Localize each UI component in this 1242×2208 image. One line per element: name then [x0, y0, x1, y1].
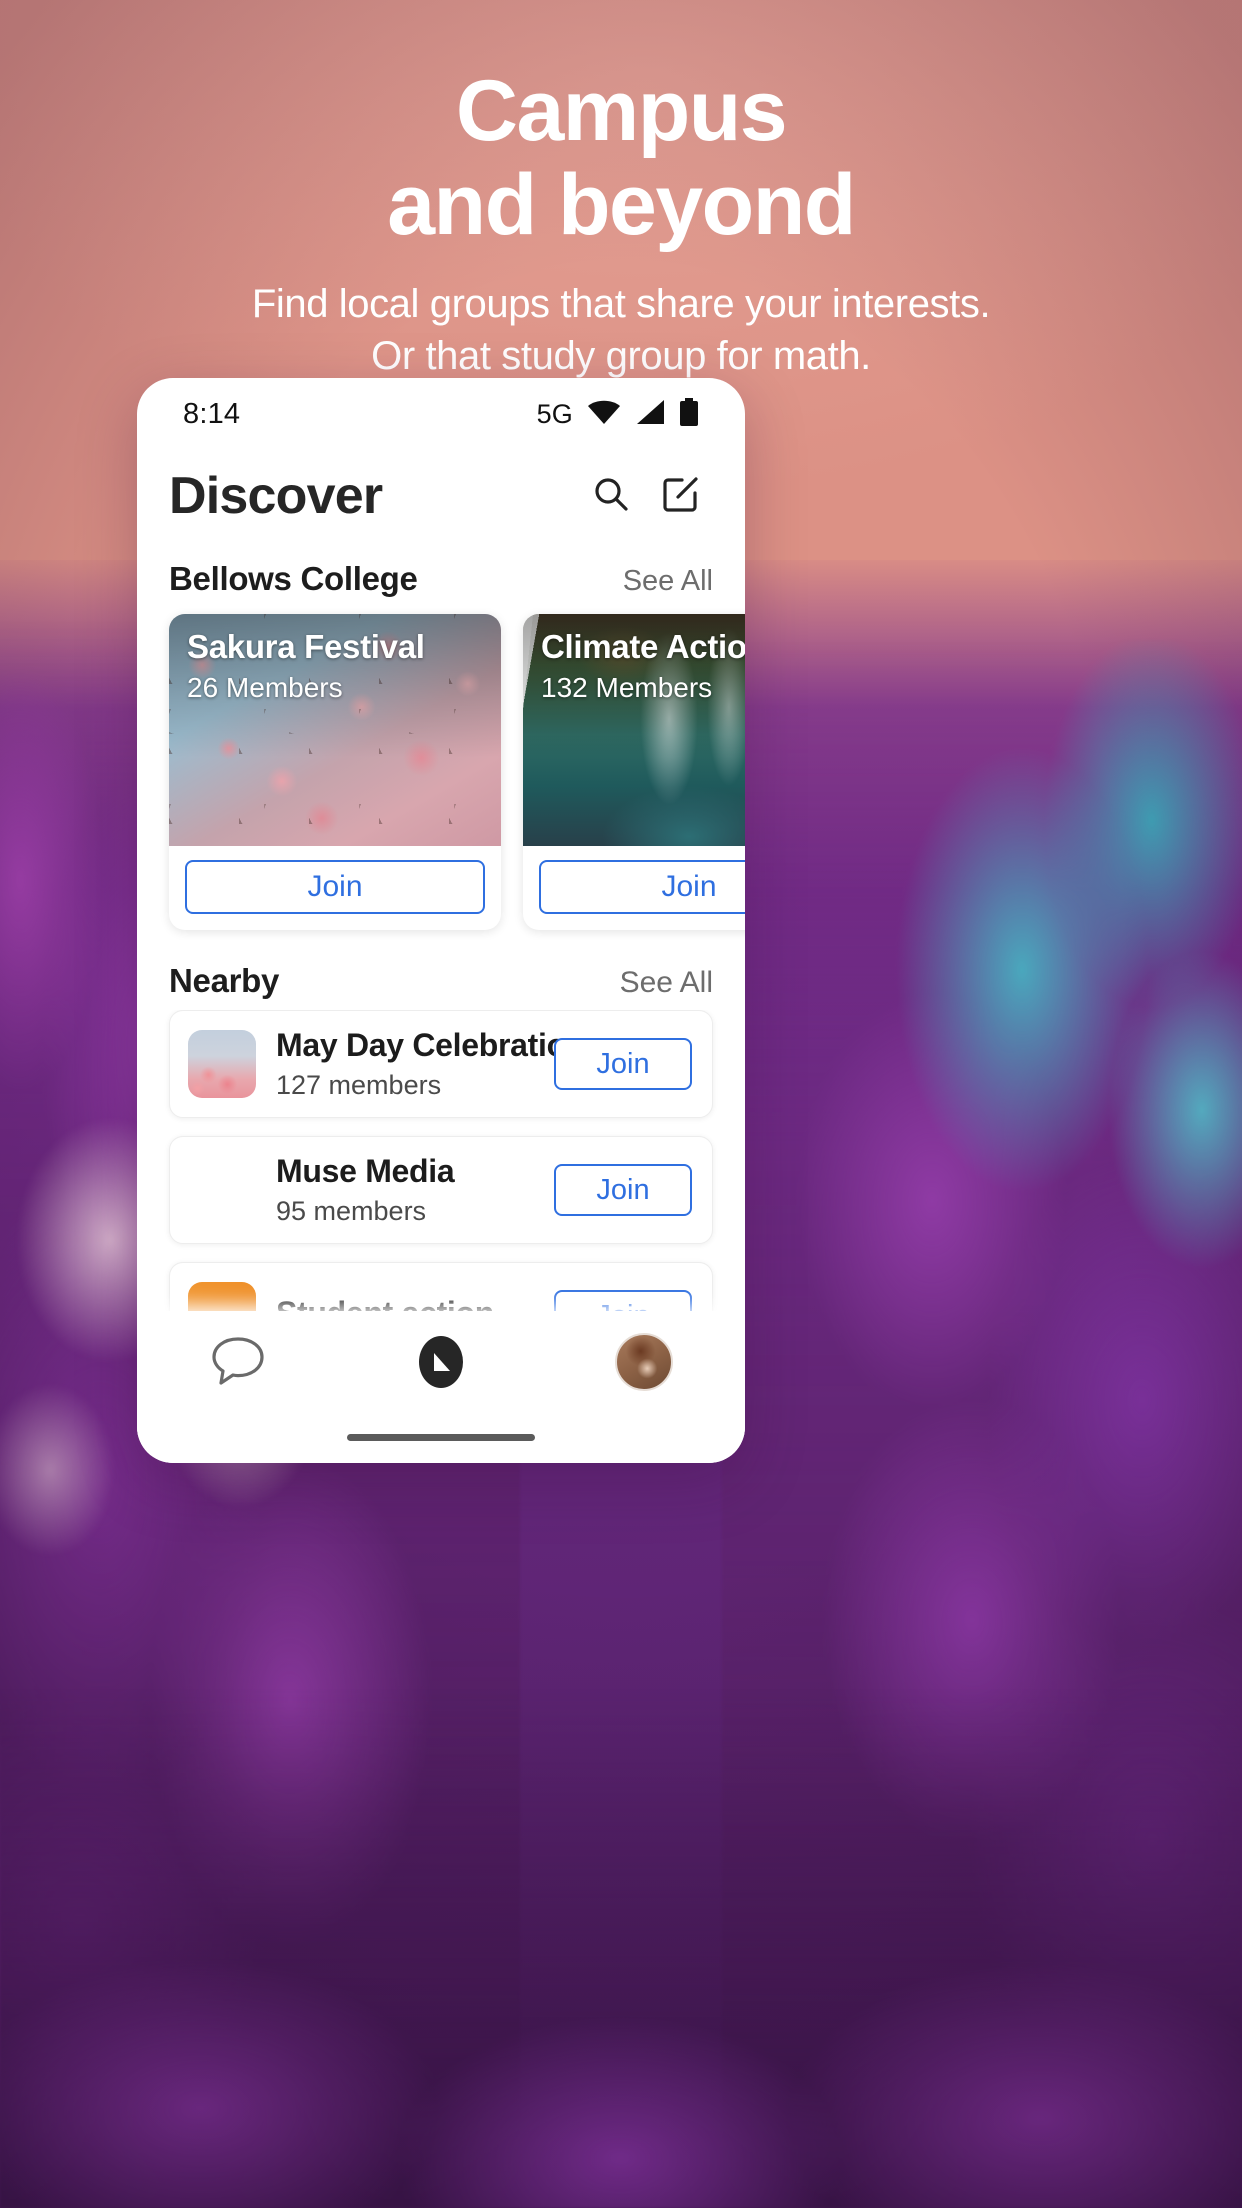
group-card[interactable]: Climate Action 132 Members Join	[523, 614, 745, 930]
tab-discover[interactable]	[381, 1333, 501, 1396]
status-bar-time: 8:14	[183, 397, 241, 430]
hero-title-line-1: Campus	[455, 63, 788, 159]
group-thumbnail	[188, 1030, 256, 1098]
bottom-tab-bar	[137, 1311, 745, 1463]
group-card-title: Sakura Festival	[187, 628, 425, 665]
list-item-members: 127 members	[276, 1070, 442, 1100]
join-button[interactable]: Join	[554, 1038, 692, 1090]
app-bar-actions	[591, 474, 713, 519]
tab-chats[interactable]	[178, 1333, 298, 1394]
group-card-members: 132 Members	[541, 672, 713, 703]
join-button[interactable]: Join	[185, 860, 485, 914]
home-indicator	[347, 1434, 535, 1441]
list-item-title: May Day Celebration	[276, 1027, 586, 1063]
tab-profile[interactable]	[584, 1333, 704, 1391]
section-header-bellows-college: Bellows College See All	[137, 542, 745, 608]
group-card-footer: Join	[523, 846, 745, 930]
compose-icon[interactable]	[661, 474, 701, 519]
list-item[interactable]: Muse Media 95 members Join	[169, 1136, 713, 1244]
hero-subtitle: Find local groups that share your intere…	[0, 279, 1242, 381]
list-item-body: May Day Celebration 127 members	[276, 1027, 586, 1101]
see-all-link-nearby[interactable]: See All	[620, 966, 713, 1000]
list-item-title: Muse Media	[276, 1153, 455, 1189]
hero-subtitle-line-1: Find local groups that share your intere…	[251, 282, 991, 327]
section-title: Nearby	[169, 962, 280, 999]
battery-icon	[679, 397, 699, 431]
compass-icon	[412, 1333, 470, 1396]
group-card[interactable]: Sakura Festival 26 Members Join	[169, 614, 501, 930]
group-card-rail[interactable]: Sakura Festival 26 Members Join Climate …	[137, 608, 745, 940]
hero-title-line-2: and beyond	[387, 156, 856, 253]
phone-mockup: 8:14 5G Discover Bellows College See All…	[137, 378, 745, 1463]
group-card-image-climate: Climate Action 132 Members	[523, 614, 745, 846]
status-bar-indicators: 5G	[536, 397, 699, 431]
chat-bubbles-icon	[208, 1333, 268, 1394]
section-header-nearby: Nearby See All	[137, 940, 745, 1010]
hero-section: Campus and beyond Find local groups that…	[0, 0, 1242, 382]
group-card-footer: Join	[169, 846, 501, 930]
group-card-caption: Climate Action 132 Members	[523, 614, 745, 846]
wifi-icon	[587, 399, 621, 430]
see-all-link-bellows-college[interactable]: See All	[623, 565, 713, 598]
hero-title: Campus and beyond	[0, 67, 1242, 253]
group-card-title: Climate Action	[541, 628, 745, 665]
network-label: 5G	[536, 398, 573, 429]
page-title: Discover	[169, 467, 383, 525]
group-thumbnail	[188, 1156, 256, 1224]
list-item[interactable]: May Day Celebration 127 members Join	[169, 1010, 713, 1118]
section-title: Bellows College	[169, 560, 418, 597]
cellular-signal-icon	[635, 399, 665, 430]
group-card-image-sakura: Sakura Festival 26 Members	[169, 614, 501, 846]
search-icon[interactable]	[591, 474, 631, 519]
group-card-caption: Sakura Festival 26 Members	[169, 614, 501, 846]
group-card-members: 26 Members	[187, 672, 343, 703]
app-bar: Discover	[137, 450, 745, 542]
avatar	[614, 1333, 673, 1391]
join-button[interactable]: Join	[539, 860, 745, 914]
list-item-members: 95 members	[276, 1196, 427, 1226]
list-item-body: Muse Media 95 members	[276, 1153, 534, 1227]
status-bar: 8:14 5G	[137, 378, 745, 450]
join-button[interactable]: Join	[554, 1164, 692, 1216]
hero-subtitle-line-2: Or that study group for math.	[371, 333, 871, 378]
